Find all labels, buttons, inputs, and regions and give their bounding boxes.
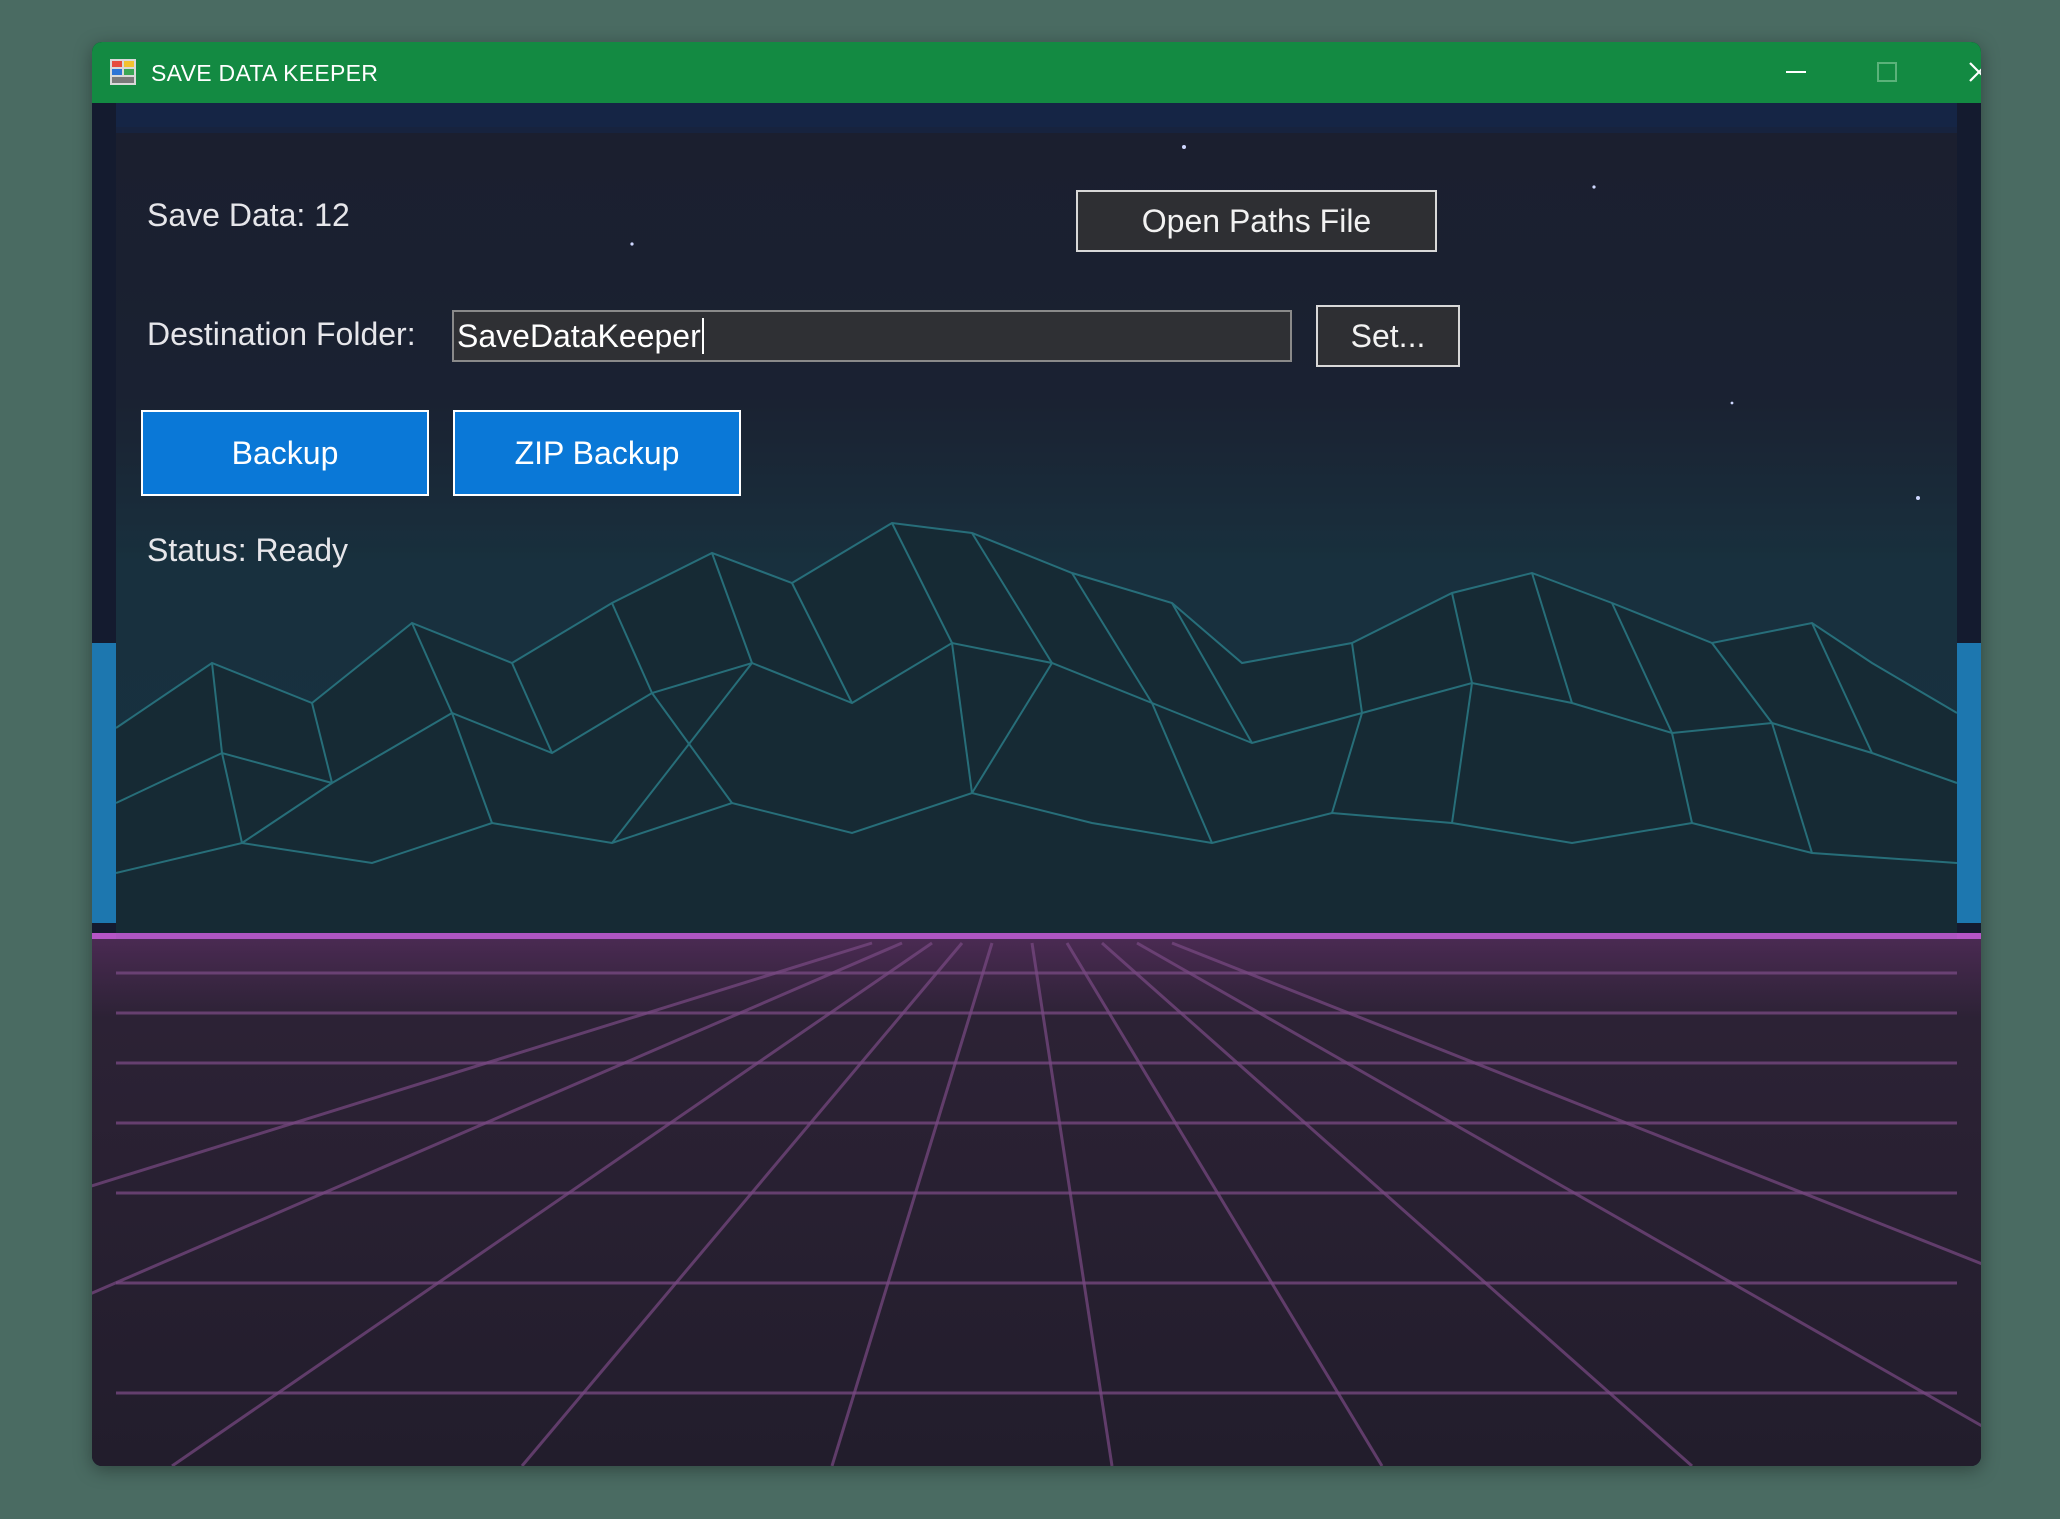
destination-folder-label: Destination Folder: [147, 316, 416, 352]
client-area: Save Data: 12 Open Paths File Destinatio… [92, 103, 1981, 1466]
destination-folder-input[interactable]: SaveDataKeeper [452, 310, 1292, 362]
window-title: SAVE DATA KEEPER [151, 60, 379, 86]
minimize-icon [1786, 71, 1806, 73]
status-label: Status: Ready [147, 532, 348, 568]
minimize-button[interactable] [1751, 42, 1841, 103]
maximize-icon [1877, 62, 1897, 82]
close-icon [1969, 62, 1981, 82]
destination-folder-value: SaveDataKeeper [457, 317, 701, 354]
save-data-count-label: Save Data: 12 [147, 197, 350, 233]
close-button[interactable] [1934, 42, 1981, 103]
zip-backup-button[interactable]: ZIP Backup [453, 410, 741, 496]
synthwave-background-image [92, 103, 1981, 1466]
title-bar[interactable]: SAVE DATA KEEPER [92, 42, 1981, 103]
maximize-button[interactable] [1842, 42, 1932, 103]
app-window: SAVE DATA KEEPER Save Data: 12 Open Path… [92, 42, 1981, 1466]
set-destination-button[interactable]: Set... [1316, 305, 1460, 367]
open-paths-file-button[interactable]: Open Paths File [1076, 190, 1437, 252]
app-icon [110, 59, 136, 85]
backup-button[interactable]: Backup [141, 410, 429, 496]
text-caret [701, 318, 704, 354]
